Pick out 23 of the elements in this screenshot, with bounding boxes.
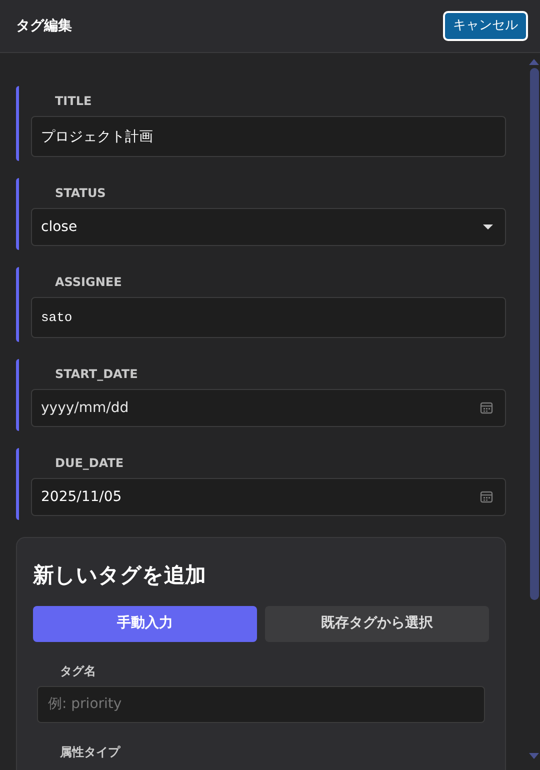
mode-tab[interactable]: 手動入力 <box>33 606 257 642</box>
field-label: START_DATE <box>54 366 139 383</box>
mode-tab[interactable]: 既存タグから選択 <box>265 606 489 642</box>
select-field[interactable]: close <box>31 208 506 246</box>
field-label: TITLE <box>54 93 93 110</box>
date-field[interactable]: yyyy/mm/dd <box>31 389 506 427</box>
cancel-button[interactable]: キャンセル <box>443 11 528 41</box>
field-label: 属性タイプ <box>59 744 122 760</box>
field-label: ASSIGNEE <box>54 274 123 291</box>
text-field[interactable]: プロジェクト計画 <box>31 116 506 157</box>
field-label: タグ名 <box>59 662 97 680</box>
scrollbar-thumb[interactable] <box>530 68 539 600</box>
card-heading: 新しいタグを追加 <box>33 562 207 589</box>
field-label: STATUS <box>54 185 107 202</box>
dialog-title: タグ編集 <box>16 16 72 36</box>
text-field[interactable]: sato <box>31 297 506 338</box>
date-field[interactable]: 2025/11/05 <box>31 478 506 516</box>
scroll-down-icon[interactable] <box>529 753 539 759</box>
tag-name-field[interactable]: 例: priority <box>37 686 485 722</box>
caret-icon <box>483 224 493 230</box>
calendar-icon[interactable] <box>480 490 493 504</box>
field-label: DUE_DATE <box>54 455 125 472</box>
calendar-icon[interactable] <box>480 402 493 414</box>
